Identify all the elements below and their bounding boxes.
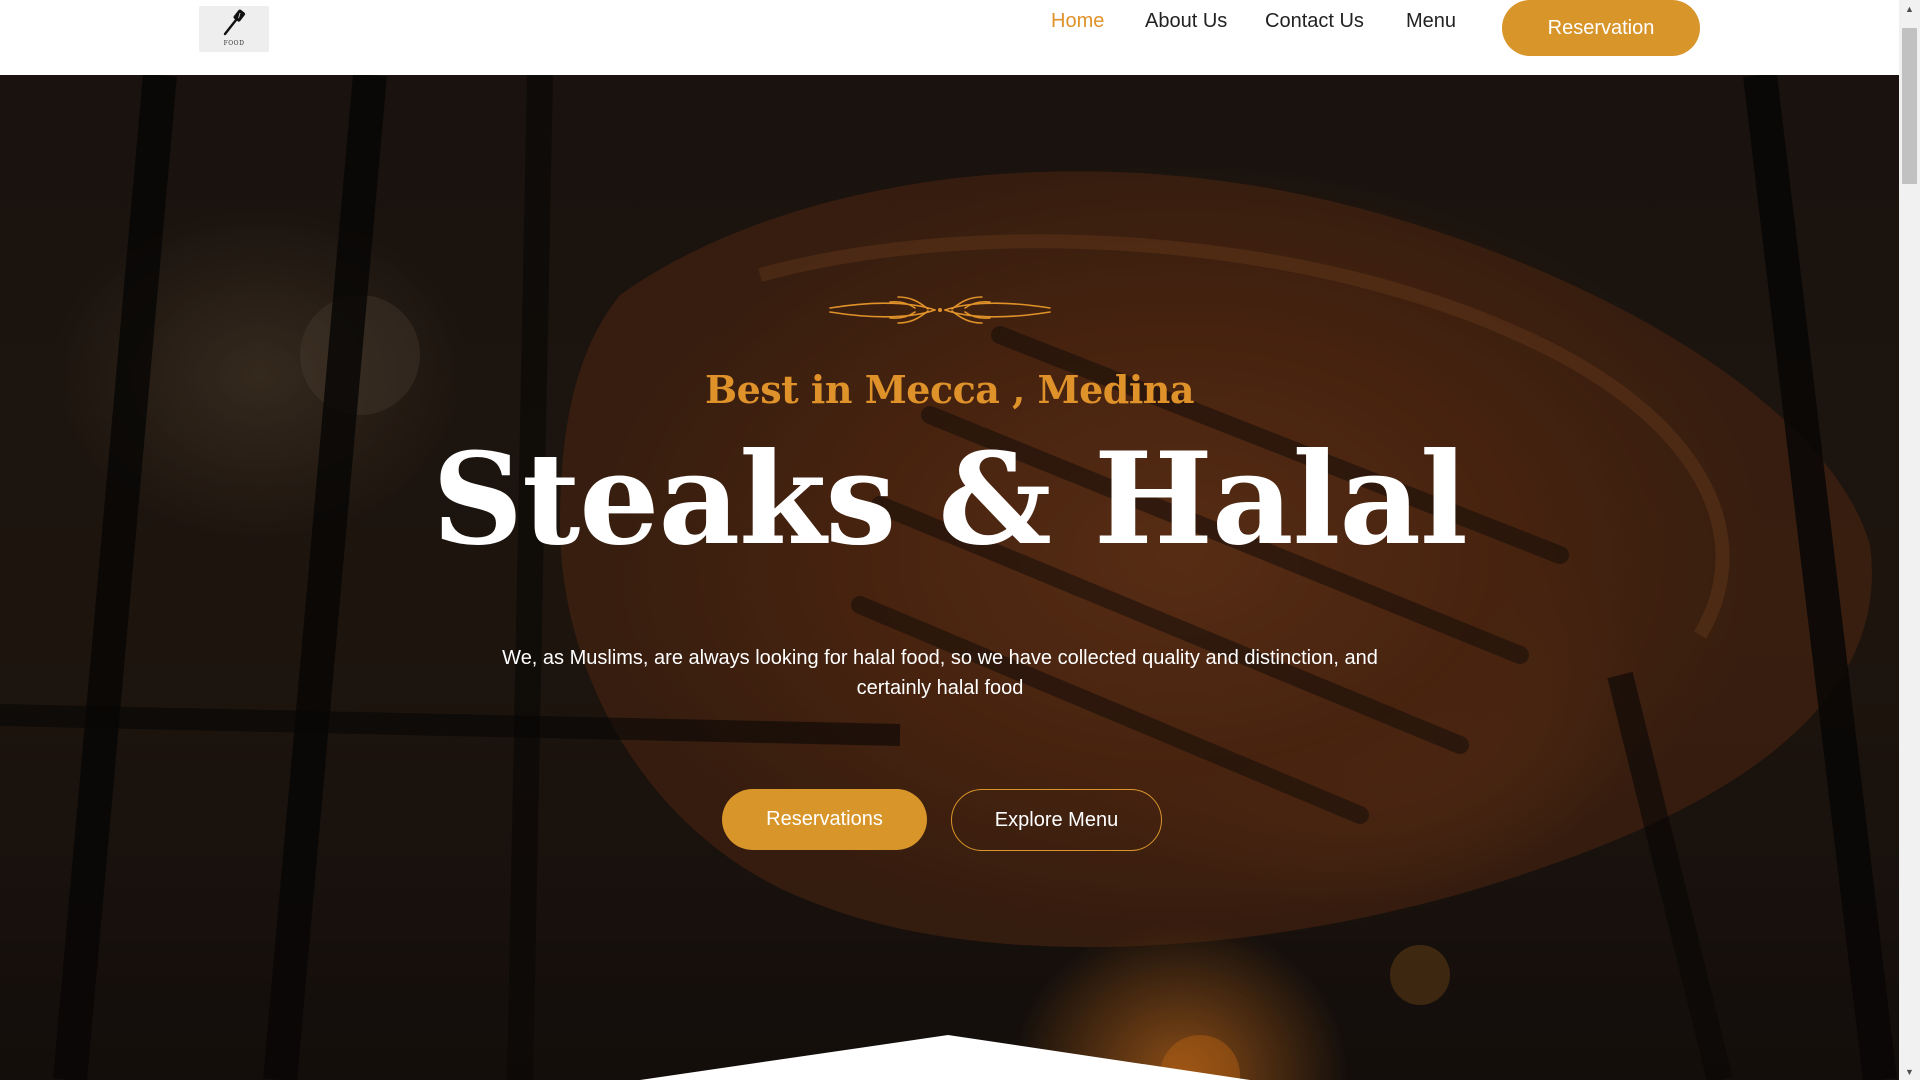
page-scrollbar[interactable]: ▲ ▼ xyxy=(1899,0,1920,1080)
scroll-down-arrow-icon[interactable]: ▼ xyxy=(1899,1063,1920,1080)
scroll-up-arrow-icon[interactable]: ▲ xyxy=(1899,0,1920,17)
hero-title: Steaks & Halal xyxy=(432,425,1468,573)
site-logo[interactable]: FOOD xyxy=(199,6,269,52)
hero-kicker: Best in Mecca , Medina xyxy=(704,367,1195,412)
logo-text: FOOD xyxy=(223,40,245,47)
scrollbar-thumb[interactable] xyxy=(1902,28,1917,184)
wheat-divider-icon xyxy=(829,296,1051,324)
hero-description: We, as Muslims, are always looking for h… xyxy=(502,647,1378,699)
explore-menu-button[interactable]: Explore Menu xyxy=(951,789,1162,851)
nav-about-us[interactable]: About Us xyxy=(1145,10,1227,33)
hero-overlay xyxy=(0,75,1899,1080)
header-reservation-button[interactable]: Reservation xyxy=(1502,0,1700,56)
reservations-button[interactable]: Reservations xyxy=(722,789,927,850)
nav-contact-us[interactable]: Contact Us xyxy=(1265,10,1364,33)
hero-section: Best in Mecca , Medina Steaks & Halal We… xyxy=(0,75,1899,1080)
site-header: FOOD Home About Us Contact Us Menu Reser… xyxy=(0,0,1899,75)
nav-menu[interactable]: Menu xyxy=(1406,10,1456,33)
spatula-icon xyxy=(223,9,246,36)
nav-home[interactable]: Home xyxy=(1051,10,1104,33)
